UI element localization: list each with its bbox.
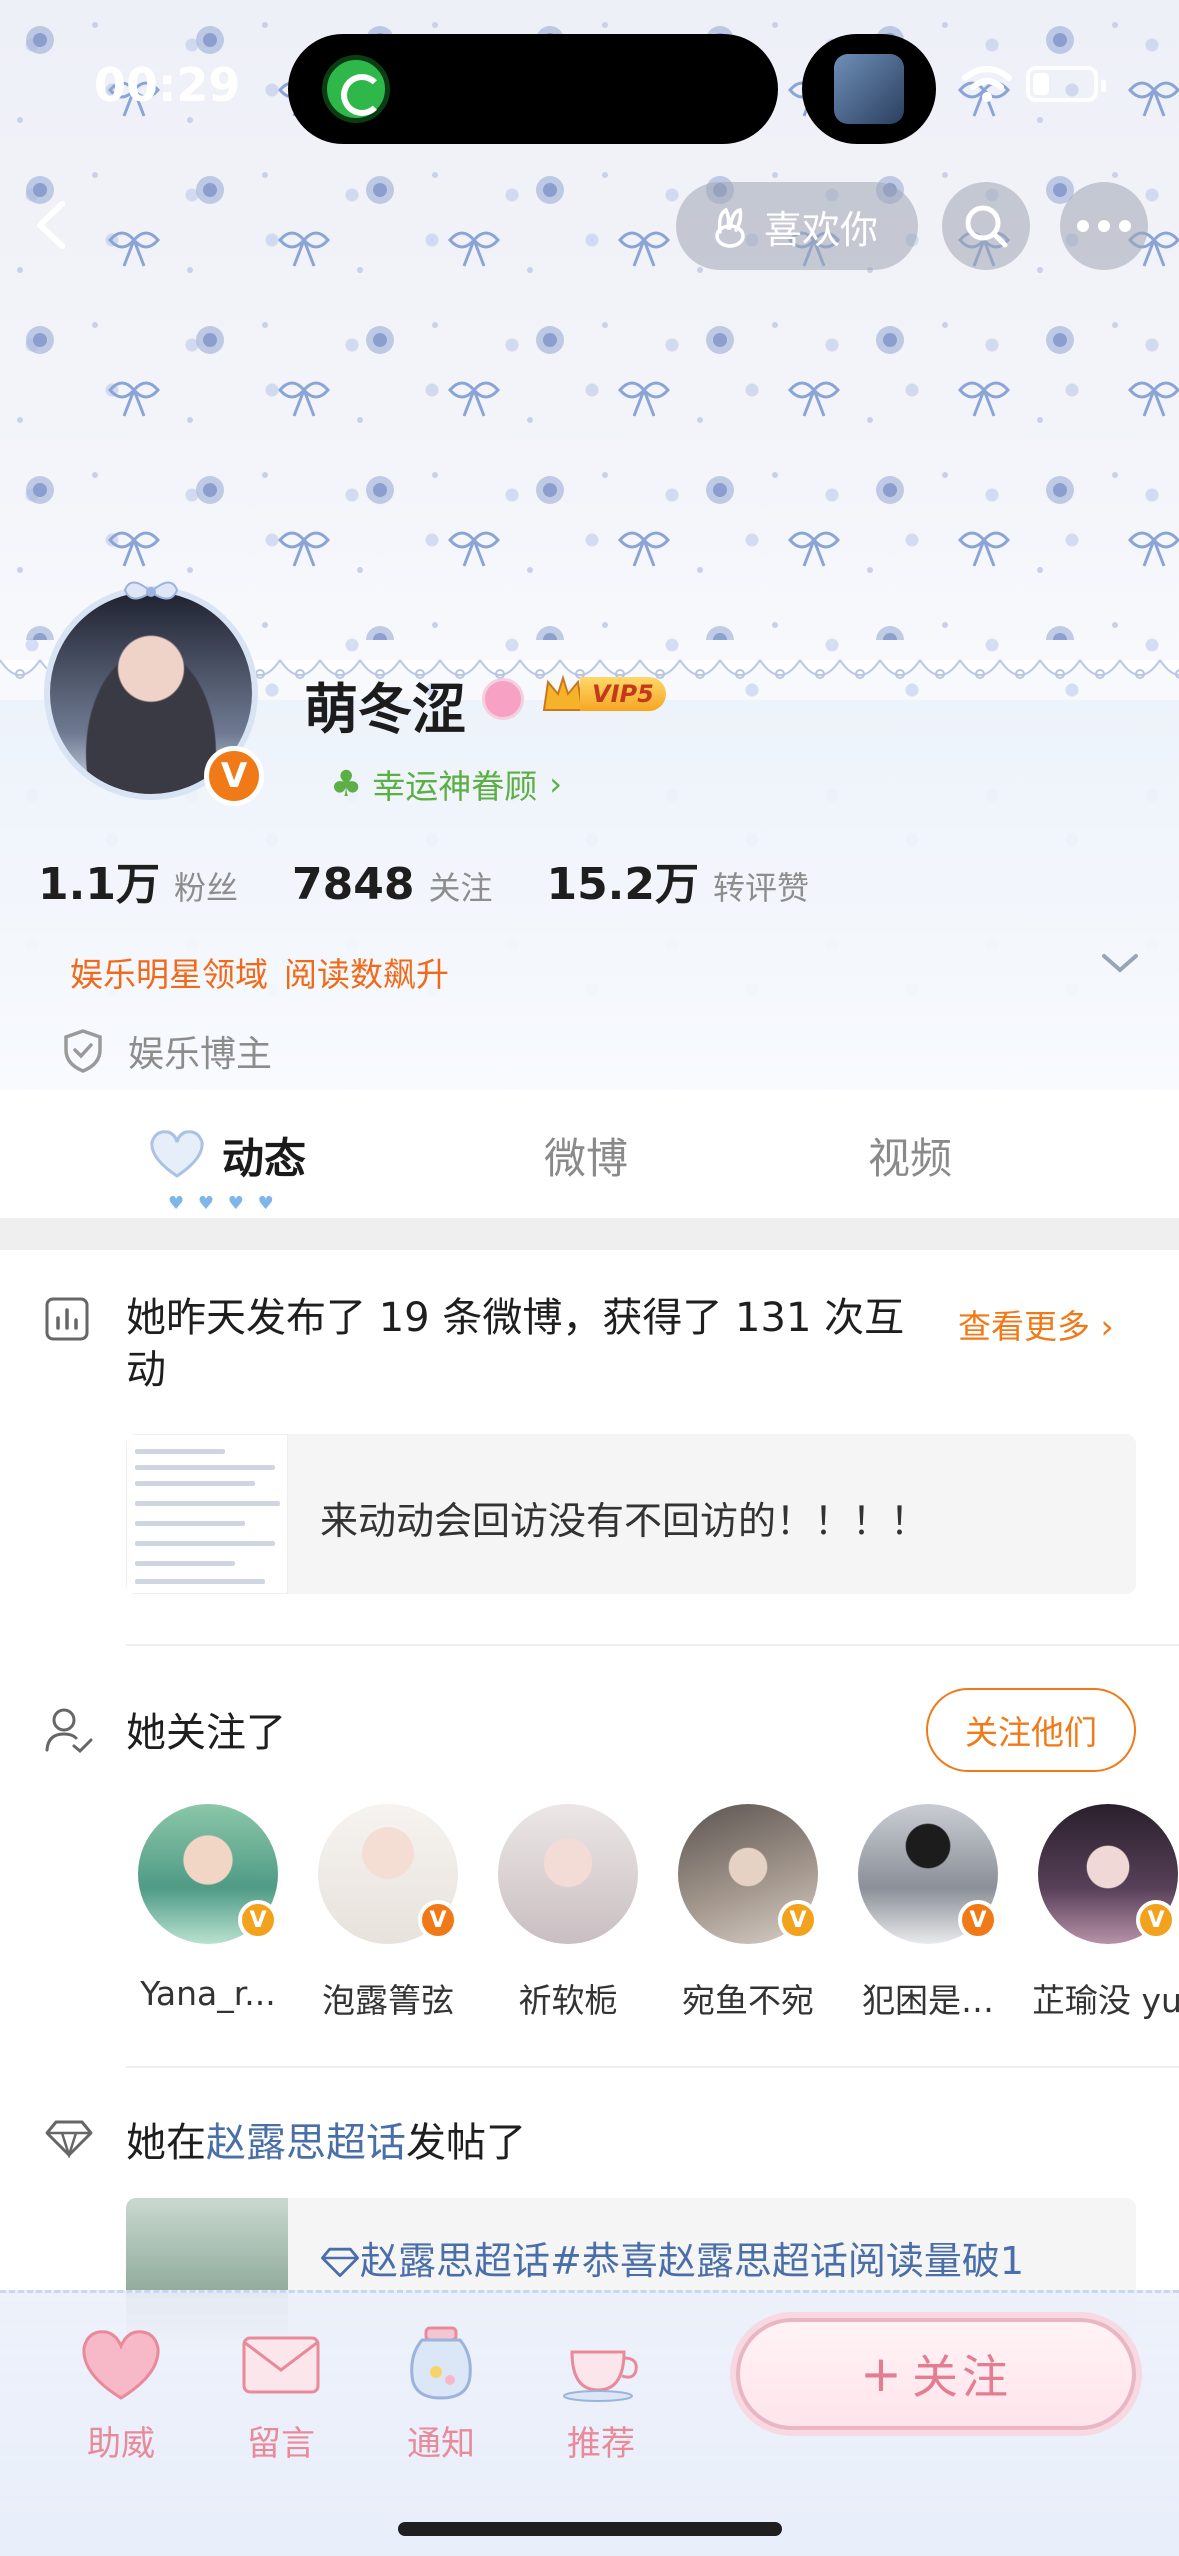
activity-summary: 她昨天发布了 19 条微博，获得了 131 次互动	[126, 1295, 905, 1393]
profile-stats: 1.1万 粉丝 7848 关注 15.2万 转评赞	[38, 848, 863, 912]
section-divider	[0, 1218, 1179, 1250]
bunny-hand-icon	[715, 207, 745, 248]
chevron-down-icon[interactable]	[1098, 948, 1142, 978]
like-you-button[interactable]: 喜欢你	[676, 182, 918, 270]
user-name: 萌冬涩	[304, 678, 466, 741]
stat-value: 15.2万	[546, 859, 700, 910]
verified-badge: V	[238, 1900, 278, 1940]
stat-value: 1.1万	[38, 859, 160, 910]
tab-hearts-decoration: ♥ ♥ ♥ ♥	[168, 1193, 278, 1214]
supertopic-post-label: 赵露思超话#恭喜赵露思超话阅读量破1	[360, 2239, 1025, 2283]
user-check-icon	[45, 1708, 93, 1754]
chevron-right-icon: ›	[1100, 1307, 1114, 1346]
status-time: 00:29	[94, 58, 241, 112]
verified-badge: V	[418, 1900, 458, 1940]
verified-badge: V	[778, 1900, 818, 1940]
like-you-label: 喜欢你	[764, 207, 879, 252]
heart-icon	[150, 1130, 204, 1178]
search-icon	[965, 205, 1008, 248]
jar-icon	[410, 2326, 472, 2400]
stat-value: 7848	[291, 859, 415, 910]
more-icon	[1077, 220, 1131, 232]
wifi-icon	[962, 66, 1012, 102]
stat-following[interactable]: 7848 关注	[292, 859, 492, 910]
verified-badge: V	[1136, 1900, 1176, 1940]
back-icon[interactable]	[18, 190, 88, 260]
stat-interactions[interactable]: 15.2万 转评赞	[546, 848, 809, 912]
teacup-icon	[563, 2350, 638, 2402]
notify-label: 通知	[407, 2424, 475, 2464]
stat-label: 转评赞	[713, 869, 810, 907]
post-thumbnail	[126, 1434, 288, 1594]
supertopic-title: 她在赵露思超话发帖了	[126, 2110, 526, 2168]
luck-link[interactable]: ♣ 幸运神眷顾 ›	[330, 760, 562, 808]
diamond-icon	[321, 2247, 359, 2277]
post-text: 来动动会回访没有不回访的！！！！	[320, 1499, 929, 1543]
tab-video[interactable]: 视频	[868, 1125, 952, 1186]
profile-banner	[0, 0, 1179, 1090]
tab-weibo[interactable]: 微博	[544, 1125, 628, 1186]
following-name[interactable]: 泡露箐弦	[298, 1974, 478, 2022]
tag-reads: 阅读数飙升	[284, 955, 449, 994]
notify-button[interactable]: 通知	[376, 2324, 506, 2465]
gender-female-icon	[482, 678, 524, 720]
stat-label: 粉丝	[173, 869, 238, 907]
verified-badge: V	[204, 746, 264, 806]
certification-label: 娱乐博主	[128, 1034, 273, 1075]
plus-icon: +	[860, 2345, 906, 2403]
bow-decoration-icon	[123, 581, 179, 600]
tab-feed[interactable]: 动态	[222, 1125, 306, 1186]
following-title: 她关注了	[126, 1710, 286, 1756]
battery-icon	[1026, 66, 1106, 102]
see-more-link[interactable]: 查看更多 ›	[958, 1300, 1114, 1348]
avatar[interactable]: V	[36, 578, 266, 808]
envelope-icon	[242, 2336, 320, 2394]
following-name[interactable]: 祈软栀	[478, 1974, 658, 2022]
supertopic-suffix: 发帖了	[406, 2120, 526, 2166]
dynamic-island-media	[802, 34, 936, 144]
vip-badge[interactable]: VIP5	[540, 670, 666, 718]
follow-label: 关注	[911, 2350, 1012, 2404]
message-button[interactable]: 留言	[216, 2324, 346, 2465]
live-activity-icon	[322, 55, 390, 123]
media-thumbnail	[834, 54, 904, 124]
message-label: 留言	[247, 2424, 315, 2464]
profile-tags[interactable]: 娱乐明星领域 阅读数飙升	[70, 948, 449, 996]
stat-label: 关注	[428, 869, 493, 907]
luck-label: 幸运神眷顾	[372, 767, 538, 806]
more-button[interactable]	[1060, 182, 1148, 270]
follow-them-button[interactable]: 关注他们	[926, 1688, 1136, 1772]
supertopic-post-text: 赵露思超话#恭喜赵露思超话阅读量破1	[320, 2230, 1024, 2285]
following-name[interactable]: Yana_r...	[118, 1974, 298, 2013]
recommend-label: 推荐	[567, 2424, 635, 2464]
heart-icon	[82, 2330, 160, 2400]
search-button[interactable]	[942, 182, 1030, 270]
vip-level: VIP5	[580, 677, 666, 711]
diamond-icon	[45, 2120, 93, 2158]
following-name[interactable]: 芷瑜没 yu	[1018, 1974, 1179, 2022]
see-more-label: 查看更多	[958, 1307, 1090, 1346]
dynamic-island	[288, 34, 778, 144]
following-name[interactable]: 宛鱼不宛	[658, 1974, 838, 2022]
row-divider	[126, 2066, 1179, 2068]
chart-icon	[45, 1297, 89, 1341]
certification[interactable]: 娱乐博主	[62, 1025, 272, 1077]
clover-icon: ♣	[330, 763, 363, 805]
supertopic-link[interactable]: 赵露思超话	[206, 2120, 406, 2166]
verified-badge: V	[958, 1900, 998, 1940]
cheer-button[interactable]: 助威	[56, 2324, 186, 2465]
recommend-button[interactable]: 推荐	[536, 2324, 666, 2465]
following-avatar[interactable]	[498, 1804, 638, 1944]
supertopic-prefix: 她在	[126, 2120, 206, 2166]
follow-button[interactable]: + 关注	[736, 2318, 1136, 2430]
stat-followers[interactable]: 1.1万 粉丝	[38, 848, 238, 912]
home-indicator[interactable]	[398, 2522, 782, 2536]
post-card[interactable]: 来动动会回访没有不回访的！！！！	[126, 1434, 1136, 1594]
row-divider	[126, 1644, 1179, 1646]
cheer-label: 助威	[87, 2424, 155, 2464]
chevron-right-icon: ›	[549, 765, 563, 803]
shield-icon	[64, 1029, 102, 1073]
tag-domain: 娱乐明星领域	[70, 955, 268, 994]
following-name[interactable]: 犯困是…	[838, 1974, 1018, 2022]
